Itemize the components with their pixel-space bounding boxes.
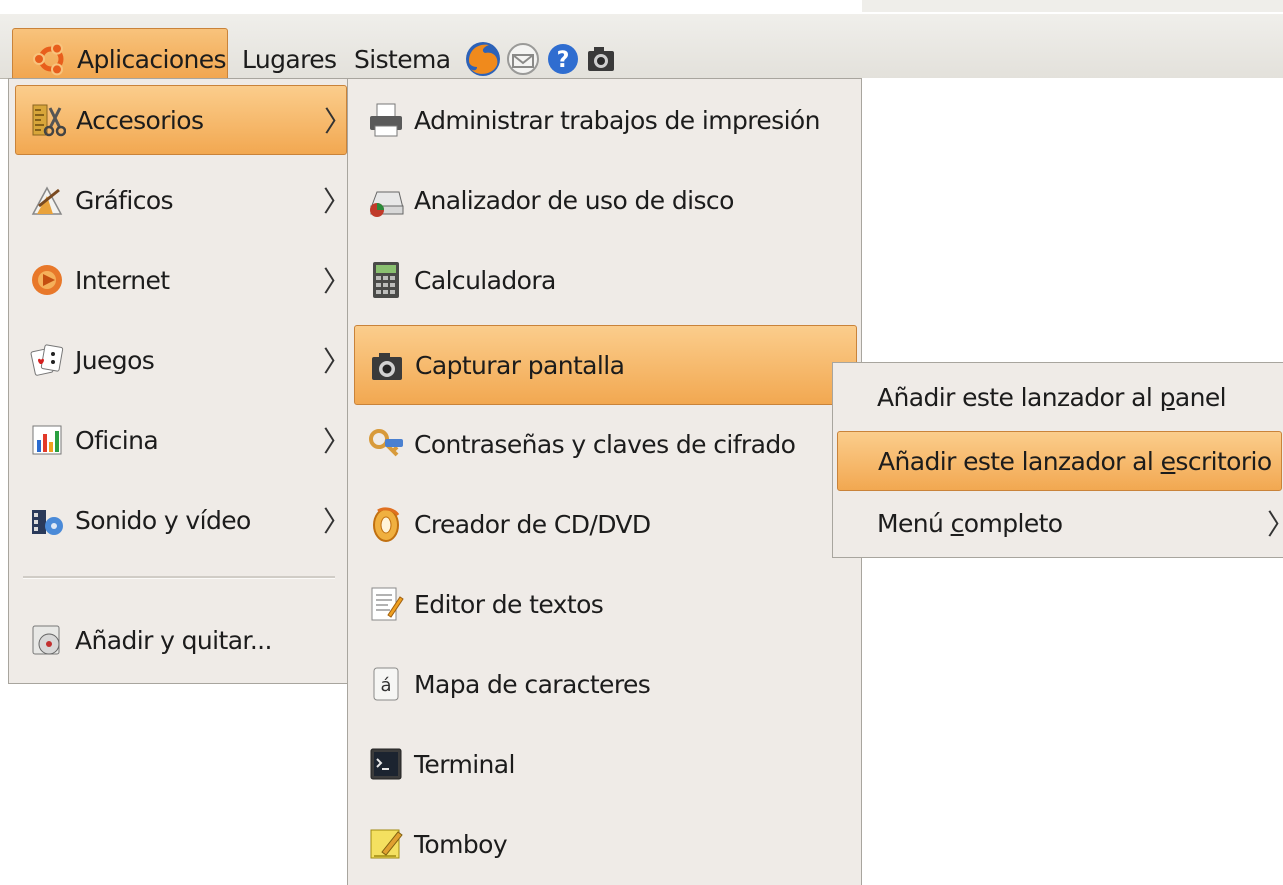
menu-item-label: Oficina	[75, 425, 159, 455]
menu-item-text-editor[interactable]: Editor de textos	[354, 569, 857, 639]
menu-item-juegos[interactable]: Juegos 〉	[15, 325, 351, 395]
context-item-label: Menú completo	[877, 508, 1063, 538]
printer-icon	[366, 100, 406, 140]
disk-usage-icon	[366, 180, 406, 220]
menu-item-graficos[interactable]: Gráficos 〉	[15, 165, 351, 235]
menu-item-label: Capturar pantalla	[415, 350, 625, 380]
office-icon	[27, 420, 67, 460]
ubuntu-logo-icon	[31, 39, 71, 79]
menu-item-label: Internet	[75, 265, 170, 295]
keys-icon	[366, 424, 406, 464]
menu-item-label: Contraseñas y claves de cifrado	[414, 429, 796, 459]
menu-item-terminal[interactable]: Terminal	[354, 729, 857, 799]
mail-icon[interactable]	[502, 36, 544, 82]
menu-item-label: Editor de textos	[414, 589, 604, 619]
camera-icon	[367, 346, 407, 386]
svg-text:?: ?	[557, 48, 570, 73]
firefox-icon[interactable]	[462, 36, 504, 82]
chevron-right-icon: 〉	[1267, 503, 1283, 543]
menu-item-disk-usage[interactable]: Analizador de uso de disco	[354, 165, 857, 235]
launcher-context-menu: Añadir este lanzador al panel Añadir est…	[832, 362, 1283, 558]
places-menu-label: Lugares	[242, 44, 337, 74]
menu-item-label: Gráficos	[75, 185, 174, 215]
menu-item-cd-dvd[interactable]: Creador de CD/DVD	[354, 489, 857, 559]
games-icon	[27, 340, 67, 380]
help-icon[interactable]: ?	[542, 36, 584, 82]
menu-item-label: Juegos	[75, 345, 155, 375]
menu-item-label: Sonido y vídeo	[75, 505, 251, 535]
cd-burner-icon	[366, 504, 406, 544]
add-remove-icon	[27, 620, 67, 660]
svg-text:á: á	[380, 675, 391, 696]
sound-video-icon	[27, 500, 67, 540]
menu-item-label: Calculadora	[414, 265, 556, 295]
menu-item-sonido-video[interactable]: Sonido y vídeo 〉	[15, 485, 351, 555]
text-editor-icon	[366, 584, 406, 624]
accessories-menu: Administrar trabajos de impresión Analiz…	[347, 78, 862, 885]
menu-item-accesorios[interactable]: Accesorios 〉	[15, 85, 352, 155]
menu-item-label: Accesorios	[76, 105, 204, 135]
internet-icon	[27, 260, 67, 300]
tomboy-icon	[366, 824, 406, 864]
terminal-icon	[366, 744, 406, 784]
menu-separator	[23, 576, 335, 579]
menu-item-print-jobs[interactable]: Administrar trabajos de impresión	[354, 85, 857, 155]
context-item-add-to-panel[interactable]: Añadir este lanzador al panel	[839, 369, 1283, 425]
top-panel: Aplicaciones Lugares Sistema ?	[0, 14, 1283, 90]
menu-item-oficina[interactable]: Oficina 〉	[15, 405, 351, 475]
applications-menu: Accesorios 〉 Gráficos 〉 Internet 〉 Juego…	[8, 78, 352, 684]
context-item-label: Añadir este lanzador al escritorio	[878, 446, 1272, 476]
context-item-add-to-desktop[interactable]: Añadir este lanzador al escritorio	[837, 431, 1282, 491]
accessories-icon	[28, 100, 68, 140]
desktop-strip	[862, 0, 1283, 12]
menu-item-passwords[interactable]: Contraseñas y claves de cifrado	[354, 409, 857, 479]
menu-item-internet[interactable]: Internet 〉	[15, 245, 351, 315]
context-item-label: Añadir este lanzador al panel	[877, 382, 1227, 412]
menu-item-label: Añadir y quitar...	[75, 625, 272, 655]
context-item-full-menu[interactable]: Menú completo 〉	[839, 495, 1283, 551]
calculator-icon	[366, 260, 406, 300]
menu-item-label: Administrar trabajos de impresión	[414, 105, 820, 135]
char-map-icon: á	[366, 664, 406, 704]
menu-item-label: Analizador de uso de disco	[414, 185, 734, 215]
menu-item-tomboy[interactable]: Tomboy	[354, 809, 857, 879]
menu-item-label: Terminal	[414, 749, 515, 779]
menu-item-calculator[interactable]: Calculadora	[354, 245, 857, 315]
menu-item-anadir-quitar[interactable]: Añadir y quitar...	[15, 605, 347, 675]
applications-menu-label: Aplicaciones	[77, 44, 227, 74]
system-menu-label: Sistema	[354, 44, 451, 74]
menu-item-label: Tomboy	[414, 829, 508, 859]
screenshot-icon[interactable]	[580, 36, 622, 82]
graphics-icon	[27, 180, 67, 220]
menu-item-label: Mapa de caracteres	[414, 669, 651, 699]
menu-item-screenshot[interactable]: Capturar pantalla	[354, 325, 857, 405]
menu-item-label: Creador de CD/DVD	[414, 509, 651, 539]
menu-item-char-map[interactable]: á Mapa de caracteres	[354, 649, 857, 719]
